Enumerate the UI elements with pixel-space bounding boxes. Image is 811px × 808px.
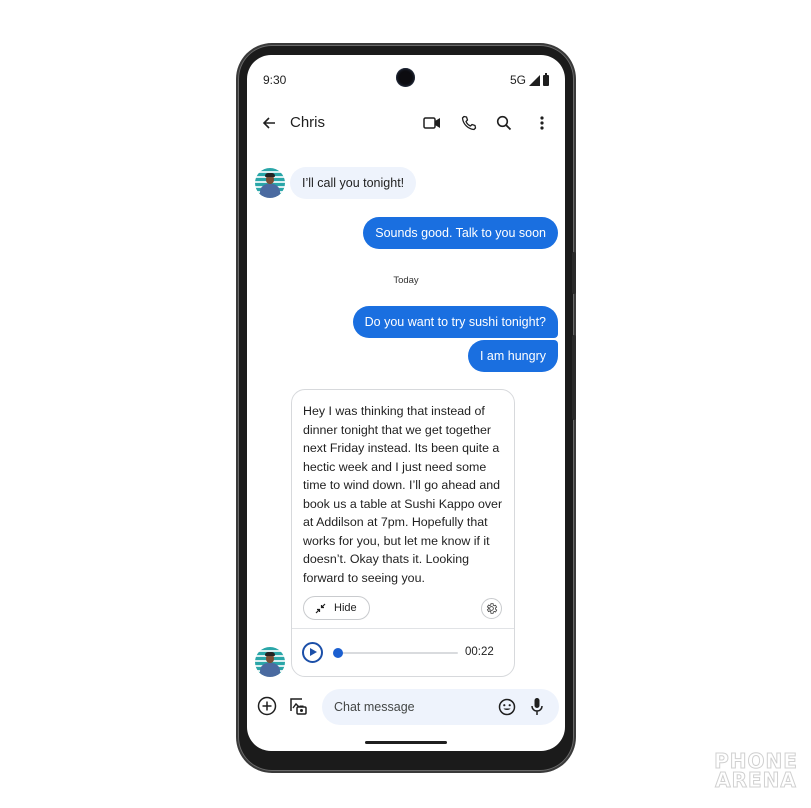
day-divider: Today [393,275,419,286]
power-button [572,252,576,294]
collapse-icon [315,603,326,613]
voice-message-card[interactable]: Hey I was thinking that instead of dinne… [291,389,515,677]
status-time: 9:30 [263,73,287,87]
watermark-logo: PHONE ARENA [714,751,798,792]
contact-avatar[interactable] [255,647,285,677]
message-bubble-outgoing[interactable]: I am hungry [467,340,558,372]
watermark-line2: ARENA [715,768,797,792]
app-bar: Chris [247,107,565,139]
audio-progress-knob[interactable] [333,648,343,658]
gear-icon [486,603,498,614]
status-bar: 9:30 5G [263,72,549,89]
gallery-button[interactable] [288,696,308,721]
gesture-home-bar[interactable] [365,741,447,744]
battery-icon [543,72,549,86]
chat-message-placeholder: Chat message [334,700,415,714]
message-composer: Chat message [247,687,565,727]
contact-name[interactable]: Chris [290,114,325,131]
more-options-button[interactable] [530,111,554,135]
voice-call-button[interactable] [457,111,481,135]
voice-record-button[interactable] [530,697,544,722]
network-label: 5G [509,73,526,87]
chat-message-input[interactable]: Chat message [322,689,559,725]
mic-icon [531,698,543,715]
phone-screen: 9:30 5G Chris I’ll call you tonight! Sou… [247,55,565,751]
message-bubble-incoming[interactable]: I’ll call you tonight! [290,167,417,199]
hide-transcript-button[interactable]: Hide [303,596,370,620]
signal-icon [529,74,540,86]
audio-player: 00:22 [292,629,514,677]
contact-avatar[interactable] [255,168,285,198]
add-icon [257,696,277,716]
back-button[interactable] [257,111,281,135]
add-attachment-button[interactable] [257,696,277,721]
message-bubble-outgoing[interactable]: Sounds good. Talk to you soon [363,217,558,249]
message-bubble-outgoing[interactable]: Do you want to try sushi tonight? [352,306,558,338]
more-vertical-icon [540,116,544,130]
voice-transcript: Hey I was thinking that instead of dinne… [303,404,503,585]
arrow-left-icon [262,117,275,129]
video-camera-icon [423,117,440,129]
hide-label: Hide [334,602,357,614]
search-button[interactable] [492,111,516,135]
audio-duration: 00:22 [465,646,494,658]
gallery-icon [290,698,307,715]
emoji-icon [498,698,516,716]
phone-icon [461,115,477,131]
emoji-button[interactable] [498,698,516,721]
search-icon [496,115,512,131]
video-call-button[interactable] [420,111,444,135]
transcript-settings-button[interactable] [481,598,502,619]
audio-progress-track[interactable] [338,652,458,654]
play-button[interactable] [302,642,323,663]
volume-button [572,335,576,420]
